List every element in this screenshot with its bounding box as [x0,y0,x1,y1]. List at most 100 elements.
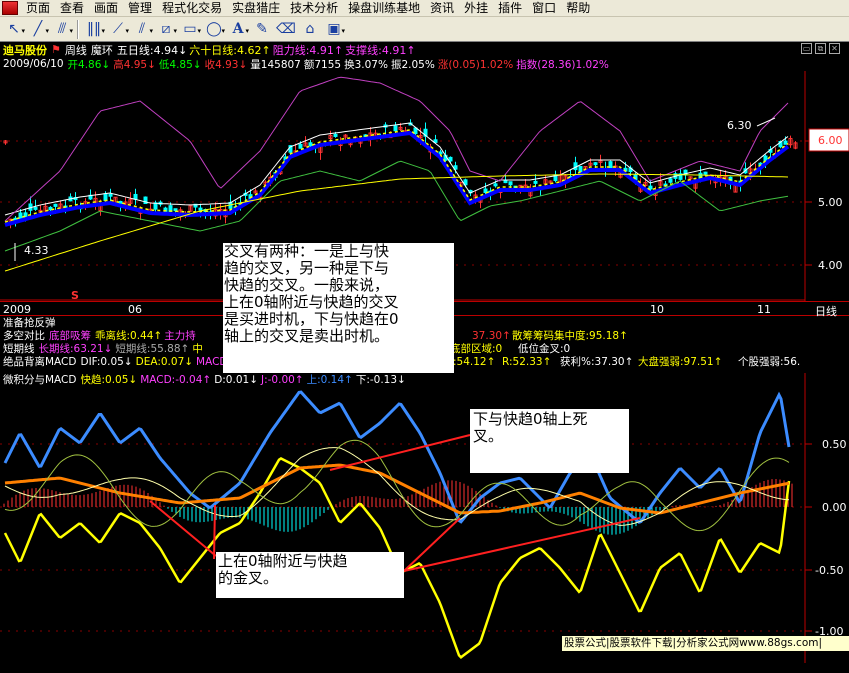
row4-title[interactable]: 绝品背离MACD [3,354,76,369]
row4-market: 大盘强弱:97.51↑ [638,356,723,368]
annotation-note-dead-cross: 下与快趋0轴上死 叉。 [470,409,629,473]
ind-axis-label-1: 0.00 [822,501,847,514]
mark-icon[interactable]: ✎ [250,19,274,40]
quote-amount: 额7155 [303,58,342,71]
candle [503,180,508,184]
candle [483,188,488,194]
indicator-name[interactable]: 魔环 [91,42,113,58]
candle [508,181,513,186]
note1-line-2: 快趋的交叉。一般来说， [224,276,390,294]
row3-mid: 中 [192,343,203,355]
menu-item-10[interactable]: 插件 [494,0,528,16]
trend-icon[interactable]: ⫽ ▾ [130,19,154,40]
candle [448,156,453,162]
menu-item-3[interactable]: 管理 [124,0,158,16]
ellipse-icon[interactable]: ◯ ▾ [202,19,226,40]
row4-stock: 个股强弱:56. [738,356,801,368]
lock-icon[interactable]: ⌂ [298,19,322,40]
candle [333,133,338,137]
drawing-toolbar: ↖ ▾ ╱ ▾ ⫻ ▾ ‖‖ ▾ ⟋ ▾ ⫽ ▾ ⧄ ▾ ▭ ▾ ◯ ▾ A ▾ ✎ ⌫ ⌂ ▣ ▾ [0,17,849,42]
note1-line-1: 趋的交叉，另一种是下与 [224,259,390,277]
row5-fast: 快趋:0.05↓ [80,374,138,386]
row5-down: 下:-0.13↓ [355,374,406,386]
menu-item-6[interactable]: 技术分析 [286,0,344,16]
candle [198,207,203,211]
candle [133,193,138,200]
quote-date: 2009/06/10 [3,58,64,70]
note3-line-1: 的金叉。 [218,569,279,587]
row5-title[interactable]: 微积分与MACD [3,372,76,387]
row5-d: D:0.01↓ [214,373,258,386]
candle [53,203,58,207]
restore-icon[interactable]: ⧉ [815,43,826,54]
menu-bar: 页面 查看 画面 管理 程式化交易 实盘猎庄 技术分析 操盘训练基地 资讯 外挂 插件 窗口 帮助 [0,0,849,17]
resist-value: 阻力线:4.91↑ [272,43,344,57]
support-value: 支撑线:4.91↑ [345,43,416,57]
row4-profit: 获利%:37.30↑ [560,356,634,368]
channel-icon[interactable]: ⟋ ▾ [106,19,130,40]
fast-trend-orange [4,463,790,515]
price-axis-label-1: 5.00 [818,196,843,209]
indicator-chart[interactable]: 0.500.00-0.50-1.00 [0,373,849,663]
save-icon[interactable]: ▣ ▾ [322,19,346,40]
note1-line-0: 交叉有两种：一是上与快 [224,243,390,260]
row5-j: J:-0.00↑ [261,373,304,386]
indicator-grid: 0.500.00-0.50-1.00 [0,373,847,663]
quote-low: 低4.85↓ [158,58,202,71]
note2-line-1: 叉。 [473,427,504,445]
menu-item-9[interactable]: 外挂 [460,0,494,16]
quote-close: 收4.93↓ [204,58,248,71]
ma-yellow-dash [4,129,789,223]
annotation-note-golden-cross: 上在0轴附近与快趋 的金叉。 [216,552,404,598]
menu-item-2[interactable]: 画面 [90,0,124,16]
close-icon[interactable]: ✕ [829,43,840,54]
indicator-lines [3,390,791,659]
candle [533,180,538,184]
pointer-icon[interactable]: ↖ ▾ [2,19,26,40]
high-price-label: 6.30 [727,119,752,132]
candle [118,200,123,204]
stock-name[interactable]: 迪马股份 [3,42,47,58]
period-label[interactable]: 周线 [65,42,87,58]
row5-up: 上:0.14↑ [306,374,353,386]
parallel-icon[interactable]: ⫻ ▾ [50,19,74,40]
quote-turn: 换3.07% [344,58,388,71]
menu-item-8[interactable]: 资讯 [426,0,460,16]
quote-vol: 量145807 [250,58,301,71]
annotation-note-crossover: 交叉有两种：一是上与快 趋的交叉，另一种是下与 快趋的交叉。一般来说， 上在0轴附近与… [223,243,454,373]
menu-item-4[interactable]: 程式化交易 [158,0,228,16]
text-icon[interactable]: A ▾ [226,19,250,40]
line-icon[interactable]: ╱ ▾ [26,19,50,40]
ind-axis-label-0: 0.50 [822,438,847,451]
sell-signal-mark: S [71,289,79,301]
rectangle-icon[interactable]: ▭ ▾ [178,19,202,40]
ind-axis-label-2: -0.50 [815,564,843,577]
candle [108,193,113,197]
row4-r: R:52.33↑ [502,355,552,368]
menu-item-12[interactable]: 帮助 [562,0,596,16]
app-window: 页面 查看 画面 管理 程式化交易 实盘猎庄 技术分析 操盘训练基地 资讯 外挂 插件 窗口 帮助 ↖ ▾… [0,0,849,673]
price-current-label: 6.00 [818,134,843,147]
candle [298,143,303,149]
row4-k: :54.12↑ [453,355,496,368]
candle [703,171,708,175]
ma5-value: 五日线:4.94↓ [116,43,188,57]
row3-short: 短期线:55.88↑ [115,343,190,355]
row4-dif: DIF:0.05↓ [80,355,133,368]
row5-macd: MACD:-0.04↑ [140,373,212,386]
candle [33,206,38,210]
flag-icon: ⚑ [51,43,61,56]
minimize-icon[interactable]: ▭ [801,43,812,54]
price-axis-label-2: 4.00 [818,259,843,272]
menu-item-7[interactable]: 操盘训练基地 [344,0,426,16]
menu-item-0[interactable]: 页面 [22,0,56,16]
menu-item-11[interactable]: 窗口 [528,0,562,16]
note1-line-3: 上在0轴附近与快趋的交叉 [224,293,399,311]
quote-amp: 振2.05% [390,58,435,71]
fibonacci-icon[interactable]: ‖‖ ▾ [82,19,106,40]
menu-item-5[interactable]: 实盘猎庄 [228,0,286,16]
erase-icon[interactable]: ⌫ [274,19,298,40]
candle [493,183,498,187]
menu-item-1[interactable]: 查看 [56,0,90,16]
gann-icon[interactable]: ⧄ ▾ [154,19,178,40]
